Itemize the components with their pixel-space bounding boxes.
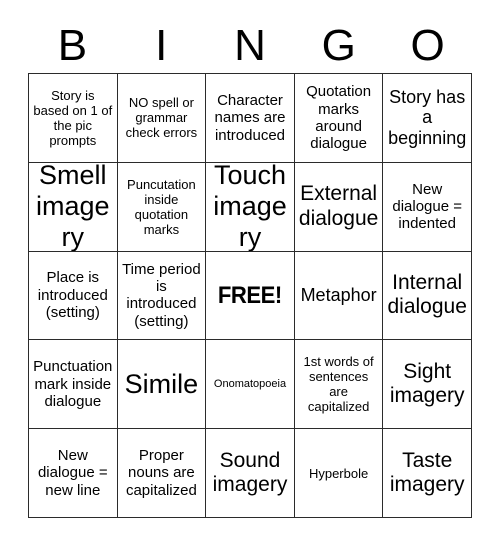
bingo-grid: Story is based on 1 of the pic prompts NO… [28,73,472,518]
bingo-cell-free[interactable]: FREE! [206,251,295,341]
bingo-cell[interactable]: Sound imagery [206,429,295,518]
bingo-cell[interactable]: Character names are introduced [206,74,295,163]
bingo-cell-label: Punctuation mark inside dialogue [33,358,113,410]
header-letter-n: N [234,20,266,70]
bingo-cell-label: Smell imagery [36,162,110,252]
bingo-cell-label: Touch imagery [213,162,287,252]
bingo-cell-label: Simile [124,368,199,399]
header-letter-i: I [155,20,168,70]
bingo-cell-label: Place is introduced (setting) [37,269,108,322]
bingo-cell[interactable]: Time period is introduced (setting) [117,251,207,341]
bingo-cell[interactable]: Simile [117,340,207,430]
bingo-cell-label: Hyperbole [308,465,369,481]
bingo-cell[interactable]: Puncutation inside quotation marks [117,162,207,252]
bingo-cell-label: NO spell or grammar check errors [125,95,198,141]
bingo-cell[interactable]: Taste imagery [383,429,472,518]
bingo-cell-label: 1st words of sentences are capitalized [303,354,374,415]
bingo-cell[interactable]: Proper nouns are capitalized [117,429,207,518]
bingo-header: B I N G O [28,18,472,73]
bingo-cell[interactable]: Sight imagery [383,340,472,430]
header-letter-o: O [410,20,445,70]
bingo-cell[interactable]: 1st words of sentences are capitalized [294,340,384,430]
bingo-cell-label: Proper nouns are capitalized [125,447,197,499]
bingo-cell[interactable]: Metaphor [294,251,384,341]
bingo-cell[interactable]: Hyperbole [294,429,384,518]
header-letter-b: B [57,20,88,70]
bingo-cell-label: Quotation marks around dialogue [306,83,372,153]
bingo-cell[interactable]: Onomatopoeia [206,340,295,430]
bingo-cell[interactable]: Punctuation mark inside dialogue [29,340,118,430]
header-letter-g: G [321,20,356,70]
bingo-cell-label: Time period is introduced (setting) [122,260,201,330]
bingo-cell-label: Story is based on 1 of the pic prompts [33,87,113,148]
bingo-cell-label: Character names are introduced [214,91,286,144]
bingo-cell-label: Puncutation inside quotation marks [127,176,196,237]
bingo-cell-label: Taste imagery [389,448,465,497]
bingo-cell[interactable]: Quotation marks around dialogue [294,74,384,163]
bingo-cell[interactable]: Story is based on 1 of the pic prompts [29,74,118,163]
bingo-card: B I N G O Story is based on 1 of the pic… [0,0,500,544]
bingo-cell[interactable]: Internal dialogue [383,251,472,341]
bingo-cell[interactable]: NO spell or grammar check errors [117,74,207,163]
bingo-cell-label: External dialogue [298,182,379,230]
bingo-cell-label: Sight imagery [389,359,465,408]
bingo-cell-label: New dialogue = indented [392,180,463,233]
bingo-cell-label: Internal dialogue [387,271,467,319]
bingo-cell-label: New dialogue = new line [37,447,108,499]
bingo-cell[interactable]: Touch imagery [206,162,295,252]
free-space-label: FREE! [218,281,282,309]
bingo-cell-label: Story has a beginning [388,86,467,149]
bingo-cell-label: Onomatopoeia [213,377,287,390]
bingo-cell[interactable]: Story has a beginning [383,74,472,163]
bingo-cell-label: Metaphor [300,285,377,306]
bingo-cell[interactable]: Smell imagery [29,162,118,252]
bingo-cell[interactable]: New dialogue = new line [29,429,118,518]
bingo-cell[interactable]: Place is introduced (setting) [29,251,118,341]
bingo-cell-label: Sound imagery [212,448,288,497]
bingo-cell[interactable]: New dialogue = indented [383,162,472,252]
bingo-cell[interactable]: External dialogue [294,162,384,252]
